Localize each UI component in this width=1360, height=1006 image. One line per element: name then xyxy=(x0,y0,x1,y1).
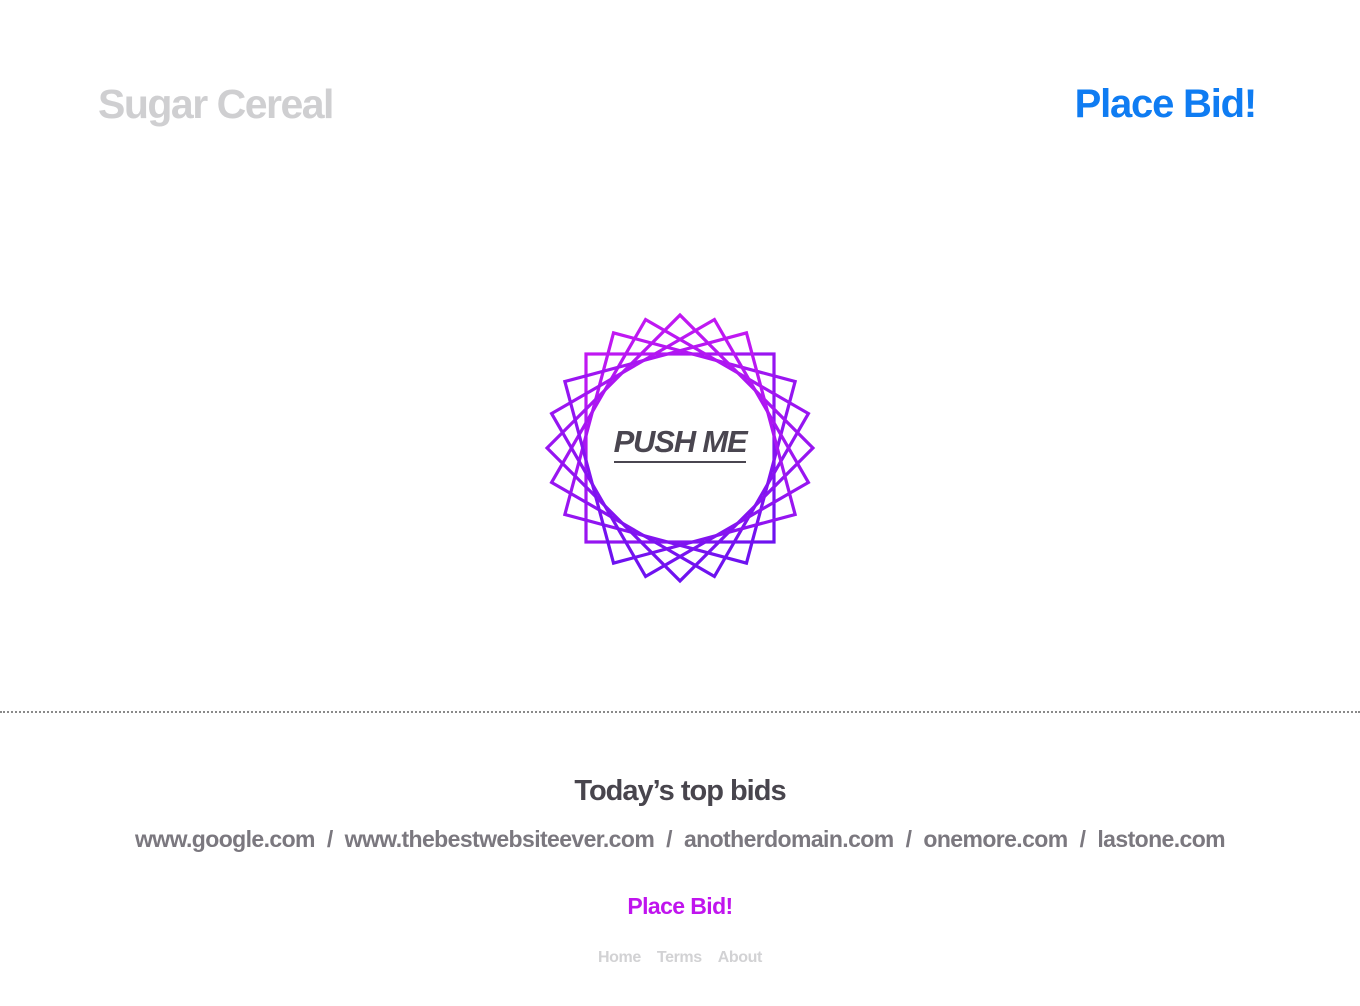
bid-separator: / xyxy=(1079,826,1086,852)
bid-link-lastone[interactable]: lastone.com xyxy=(1097,826,1225,852)
bid-separator: / xyxy=(666,826,672,852)
footer-nav-home[interactable]: Home xyxy=(598,949,641,966)
push-me-button[interactable]: PUSH ME xyxy=(544,312,816,584)
brand-logo: Sugar Cereal xyxy=(98,81,334,127)
footer-place-bid-link[interactable]: Place Bid! xyxy=(627,893,733,919)
bid-link-onemore[interactable]: onemore.com xyxy=(923,826,1068,852)
footer-nav: Home Terms About xyxy=(0,950,1360,966)
header-place-bid-link[interactable]: Place Bid! xyxy=(1075,84,1258,124)
bid-link-thebestwebsiteever[interactable]: www.thebestwebsiteever.com xyxy=(345,826,655,852)
bid-separator: / xyxy=(326,826,333,852)
footer-nav-terms[interactable]: Terms xyxy=(657,949,702,966)
dotted-divider xyxy=(0,711,1360,713)
bid-link-google[interactable]: www.google.com xyxy=(135,826,315,852)
top-bids-heading: Today’s top bids xyxy=(574,775,786,807)
push-me-label: PUSH ME xyxy=(613,424,748,463)
bid-link-anotherdomain[interactable]: anotherdomain.com xyxy=(684,826,894,852)
top-bids-list: www.google.com / www.thebestwebsiteever.co… xyxy=(0,828,1360,851)
footer-nav-about[interactable]: About xyxy=(718,949,763,966)
bid-separator: / xyxy=(905,826,912,852)
